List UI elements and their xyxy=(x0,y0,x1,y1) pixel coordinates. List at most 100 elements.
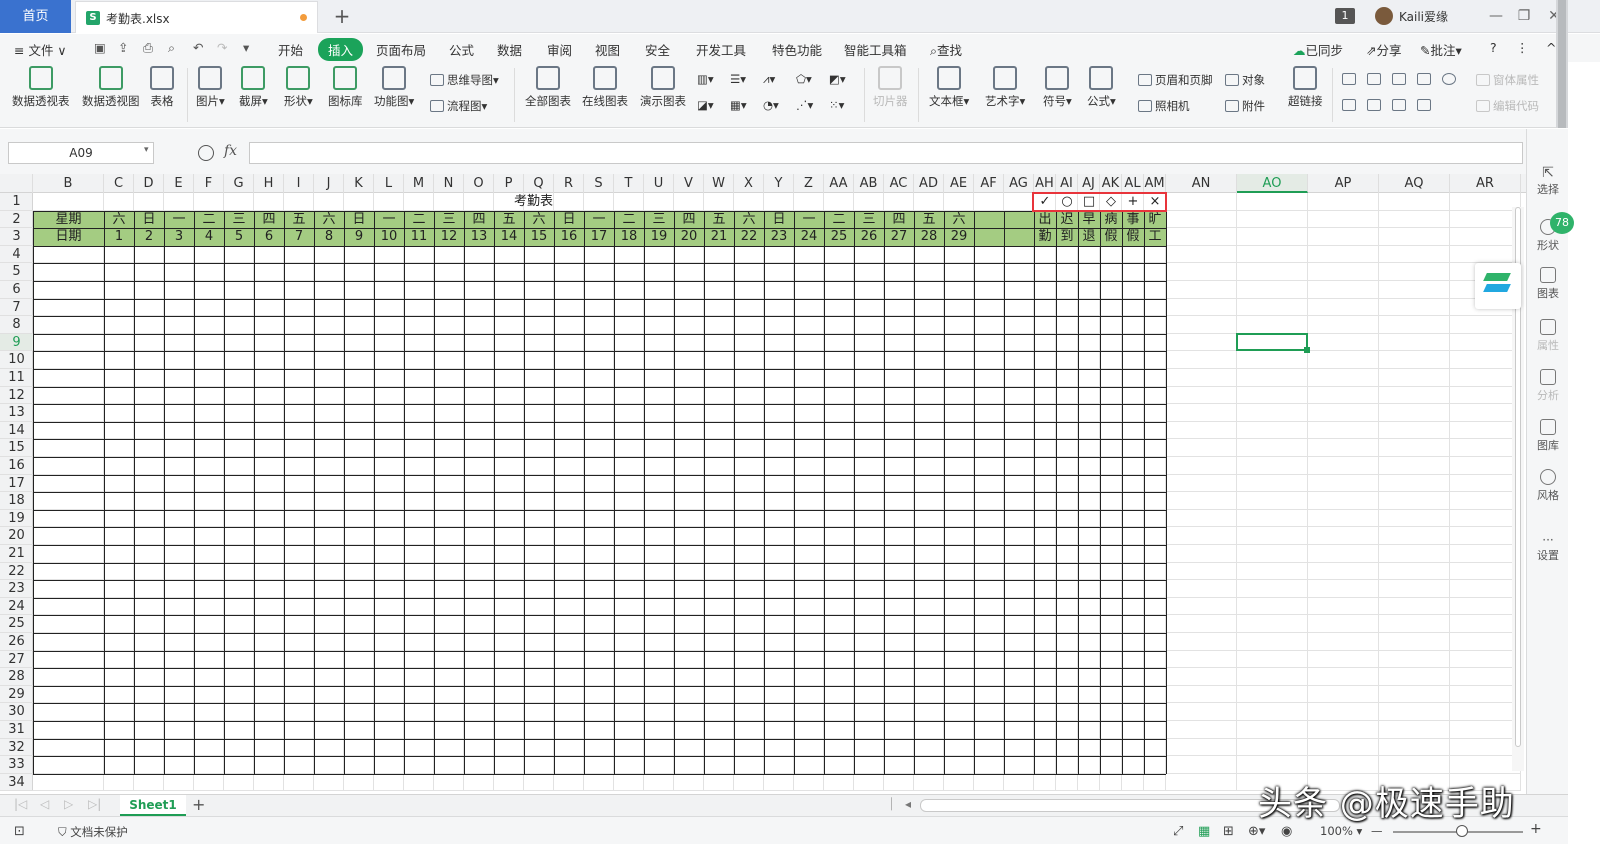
other-chart-icon[interactable]: ⁙▾ xyxy=(829,98,844,112)
date-cell[interactable]: 27 xyxy=(884,228,914,246)
summary-header-cell[interactable]: 早 xyxy=(1078,210,1100,229)
shape-button[interactable]: 形状▾ xyxy=(284,66,313,109)
symbol-button[interactable]: 符号▾ xyxy=(1043,66,1072,109)
panel-select[interactable]: ⇱ 选择 xyxy=(1527,165,1569,197)
date-cell[interactable]: 23 xyxy=(764,228,794,246)
column-header[interactable]: AR xyxy=(1450,174,1521,193)
row-header[interactable]: 8 xyxy=(0,316,33,334)
flowchart-button[interactable]: 流程图▾ xyxy=(430,98,487,114)
weekday-cell[interactable]: 五 xyxy=(494,210,524,229)
menu-special[interactable]: 特色功能 xyxy=(772,40,822,59)
menu-security[interactable]: 安全 xyxy=(645,40,670,59)
weekday-cell[interactable]: 四 xyxy=(464,210,494,229)
protection-status[interactable]: ⛉ 文档未保护 xyxy=(58,824,128,840)
column-header[interactable]: T xyxy=(614,174,644,193)
weekday-cell[interactable]: 六 xyxy=(734,210,764,229)
pivot-table-button[interactable]: 数据透视表 xyxy=(12,66,70,109)
summary-header-cell[interactable]: 出 xyxy=(1034,210,1056,229)
row-header[interactable]: 27 xyxy=(0,651,33,669)
column-header[interactable]: AJ xyxy=(1078,174,1100,193)
date-cell[interactable]: 7 xyxy=(284,228,314,246)
date-label-cell[interactable]: 日期 xyxy=(33,228,104,246)
date-cell[interactable]: 8 xyxy=(314,228,344,246)
column-header[interactable]: Y xyxy=(764,174,794,193)
form-label-icon[interactable] xyxy=(1342,72,1359,86)
summary-header-cell[interactable]: 工 xyxy=(1144,228,1166,246)
summary-header-cell[interactable]: 事 xyxy=(1122,210,1144,229)
date-cell[interactable]: 29 xyxy=(944,228,974,246)
column-header[interactable]: E xyxy=(164,174,194,193)
new-tab-button[interactable]: + xyxy=(330,2,354,30)
file-menu[interactable]: ≡ 文件 ∨ xyxy=(14,40,67,59)
scroll-left-icon[interactable]: ◂ xyxy=(905,797,911,811)
page-layout-view-icon[interactable]: ⊕▾ xyxy=(1248,824,1265,839)
pie-chart-icon[interactable]: ◔▾ xyxy=(763,98,779,112)
fx-icon[interactable]: fx xyxy=(224,143,237,159)
column-header[interactable]: B xyxy=(33,174,104,193)
demo-chart-button[interactable]: 演示图表 xyxy=(640,66,686,109)
formula-input[interactable] xyxy=(249,142,1523,164)
all-charts-button[interactable]: 全部图表 xyxy=(525,66,571,109)
zoom-level[interactable]: 100% ▾ xyxy=(1320,824,1362,838)
object-button[interactable]: 对象 xyxy=(1225,72,1265,88)
row-header[interactable]: 25 xyxy=(0,615,33,633)
comment-button[interactable]: ✎批注▾ xyxy=(1420,40,1462,59)
column-header[interactable]: Z xyxy=(794,174,824,193)
weekday-cell[interactable]: 六 xyxy=(524,210,554,229)
add-sheet-button[interactable]: + xyxy=(192,795,205,814)
date-cell[interactable]: 6 xyxy=(254,228,284,246)
attachment-button[interactable]: 附件 xyxy=(1225,98,1265,114)
active-cell[interactable] xyxy=(1236,332,1310,353)
weekday-cell[interactable]: 三 xyxy=(644,210,674,229)
sheet-tab-sheet1[interactable]: Sheet1 xyxy=(120,795,186,816)
notification-badge[interactable]: 78 xyxy=(1550,212,1574,234)
bar-chart-small-icon[interactable]: ☰▾ xyxy=(730,72,746,86)
weekday-cell[interactable]: 一 xyxy=(794,210,824,229)
line-chart-icon[interactable]: ⩘▾ xyxy=(763,72,775,87)
row-header[interactable]: 11 xyxy=(0,369,33,387)
help-button[interactable]: ? xyxy=(1490,40,1497,55)
row-header[interactable]: 28 xyxy=(0,668,33,686)
sync-status[interactable]: ☁已同步 xyxy=(1293,40,1343,59)
equation-button[interactable]: 公式▾ xyxy=(1087,66,1116,109)
edit-code-button[interactable]: 编辑代码 xyxy=(1476,98,1539,114)
form-button-icon[interactable] xyxy=(1392,72,1409,86)
menu-home[interactable]: 开始 xyxy=(278,40,303,59)
date-cell[interactable]: 3 xyxy=(164,228,194,246)
column-header[interactable]: S xyxy=(584,174,614,193)
first-sheet-icon[interactable]: |◁ xyxy=(14,797,27,811)
row-header[interactable]: 13 xyxy=(0,404,33,422)
column-header[interactable]: AG xyxy=(1004,174,1034,193)
column-header[interactable]: G xyxy=(224,174,254,193)
form-radio-icon[interactable] xyxy=(1442,72,1459,86)
row-header[interactable]: 18 xyxy=(0,492,33,510)
row-header[interactable]: 24 xyxy=(0,598,33,616)
weekday-cell[interactable]: 三 xyxy=(434,210,464,229)
row-header[interactable]: 34 xyxy=(0,774,33,792)
row-header[interactable]: 30 xyxy=(0,703,33,721)
weekday-cell[interactable]: 四 xyxy=(884,210,914,229)
date-cell[interactable]: 17 xyxy=(584,228,614,246)
column-header[interactable]: U xyxy=(644,174,674,193)
restore-button[interactable]: ❐ xyxy=(1510,6,1538,26)
hyperlink-button[interactable]: 超链接 xyxy=(1288,66,1323,109)
form-scrollbar-icon[interactable] xyxy=(1392,98,1409,112)
date-cell[interactable]: 2 xyxy=(134,228,164,246)
summary-header-cell[interactable]: 旷 xyxy=(1144,210,1166,229)
save-icon[interactable]: ▣ xyxy=(94,40,106,55)
export-icon[interactable]: ⇪ xyxy=(118,40,128,55)
panel-style[interactable]: 风格 xyxy=(1527,469,1569,503)
column-header[interactable]: AN xyxy=(1166,174,1237,193)
table-button[interactable]: 表格 xyxy=(150,66,174,109)
column-header[interactable]: AC xyxy=(884,174,914,193)
print-icon[interactable]: ⎙ xyxy=(143,40,153,56)
cell[interactable] xyxy=(974,228,1004,246)
row-header[interactable]: 14 xyxy=(0,422,33,440)
scatter-chart-icon[interactable]: ⋰▾ xyxy=(796,98,813,112)
weekday-cell[interactable]: 四 xyxy=(674,210,704,229)
column-header[interactable]: M xyxy=(404,174,434,193)
fullscreen-icon[interactable]: ⤢ xyxy=(1173,824,1183,839)
user-name[interactable]: Kaili爱缘 xyxy=(1399,8,1448,25)
summary-header-cell[interactable]: 假 xyxy=(1122,228,1144,246)
column-header[interactable]: O xyxy=(464,174,494,193)
